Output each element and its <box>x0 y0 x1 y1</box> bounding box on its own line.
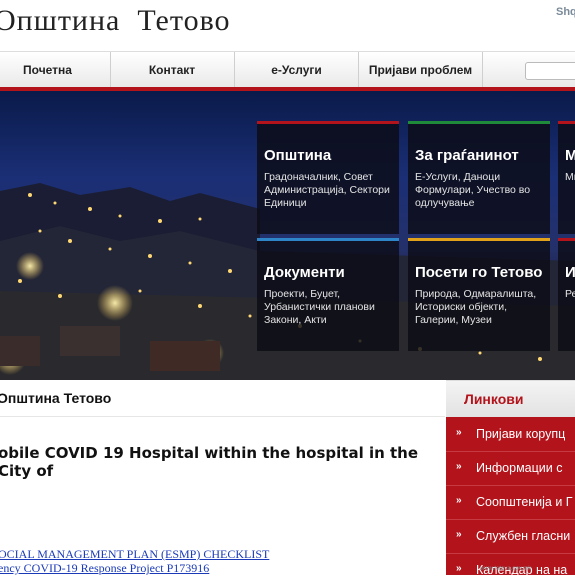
divider <box>0 416 445 417</box>
tile-description: Проекти, Буџет, Урбанистички планови Зак… <box>264 288 375 326</box>
tile-title: Посети го Тетово <box>415 264 543 281</box>
tile-municipality[interactable]: Општина Градоначалник, Совет Администрац… <box>257 121 399 234</box>
main-nav: Почетна Контакт е-Услуги Пријави проблем <box>0 51 575 88</box>
section-heading: Општина Тетово <box>0 390 112 406</box>
sidebar-item-report-corruption[interactable]: » Пријави корупц <box>446 418 575 452</box>
language-link[interactable]: Shq <box>556 6 575 18</box>
tile-partial-right-bottom[interactable]: И Ре Ме Тр <box>558 238 575 351</box>
tile-description: Е-Услуги, Даноци Формулари, Учество во о… <box>415 171 531 209</box>
sidebar-item-announcements[interactable]: » Соопштенија и Г <box>446 486 575 520</box>
sidebar-item-label: Информации с <box>476 461 563 475</box>
chevron-right-icon: » <box>456 427 462 438</box>
tile-title: Општина <box>264 147 332 164</box>
nav-item-home[interactable]: Почетна <box>0 52 111 88</box>
sidebar-item-label: Службен гласни <box>476 529 571 543</box>
sidebar-item-label: Пријави корупц <box>476 427 566 441</box>
watermark: www.tetova.gov.mk <box>480 566 532 572</box>
search-input[interactable] <box>525 62 575 80</box>
tile-title: И <box>565 264 575 281</box>
nav-item-contact[interactable]: Контакт <box>110 52 235 88</box>
sidebar-title: Линкови <box>464 391 524 407</box>
chevron-right-icon: » <box>456 495 462 506</box>
tile-description: Ми Ор Ус Ре <box>565 171 575 183</box>
tile-title: За граѓанинот <box>415 147 519 164</box>
sidebar-item-official-gazette[interactable]: » Службен гласни <box>446 520 575 554</box>
sidebar-item-information[interactable]: » Информации с <box>446 452 575 486</box>
article-title[interactable]: obile COVID 19 Hospital within the hospi… <box>0 444 438 480</box>
links-sidebar: Линкови » Пријави корупц » Информации с … <box>446 380 575 577</box>
tile-description: Градоначалник, Совет Администрација, Сек… <box>264 171 390 209</box>
nav-item-eservices[interactable]: е-Услуги <box>235 52 359 88</box>
tile-partial-right-top[interactable]: М Ми Ор Ус Ре <box>558 121 575 234</box>
tile-documents[interactable]: Документи Проекти, Буџет, Урбанистички п… <box>257 238 399 351</box>
document-link[interactable]: ency COVID-19 Response Project P173916 <box>0 561 209 576</box>
sidebar-header: Линкови <box>446 380 575 417</box>
hero-banner: Општина Градоначалник, Совет Администрац… <box>0 91 575 380</box>
tile-description: Ре Ме Тр <box>565 288 575 300</box>
chevron-right-icon: » <box>456 529 462 540</box>
tile-title: М <box>565 147 575 164</box>
document-link[interactable]: OCIAL MANAGEMENT PLAN (ESMP) CHECKLIST <box>0 547 269 562</box>
tile-title: Документи <box>264 264 345 281</box>
site-title[interactable]: Општина Тетово <box>0 4 231 38</box>
sidebar-item-label: Соопштенија и Г <box>476 495 573 509</box>
chevron-right-icon: » <box>456 461 462 472</box>
tile-description: Природа, Одмаралишта, Историски објекти,… <box>415 288 537 326</box>
chevron-right-icon: » <box>456 563 462 574</box>
tile-visit-tetovo[interactable]: Посети го Тетово Природа, Одмаралишта, И… <box>408 238 550 351</box>
nav-item-report-problem[interactable]: Пријави проблем <box>359 52 483 88</box>
tile-citizens[interactable]: За граѓанинот Е-Услуги, Даноци Формулари… <box>408 121 550 234</box>
